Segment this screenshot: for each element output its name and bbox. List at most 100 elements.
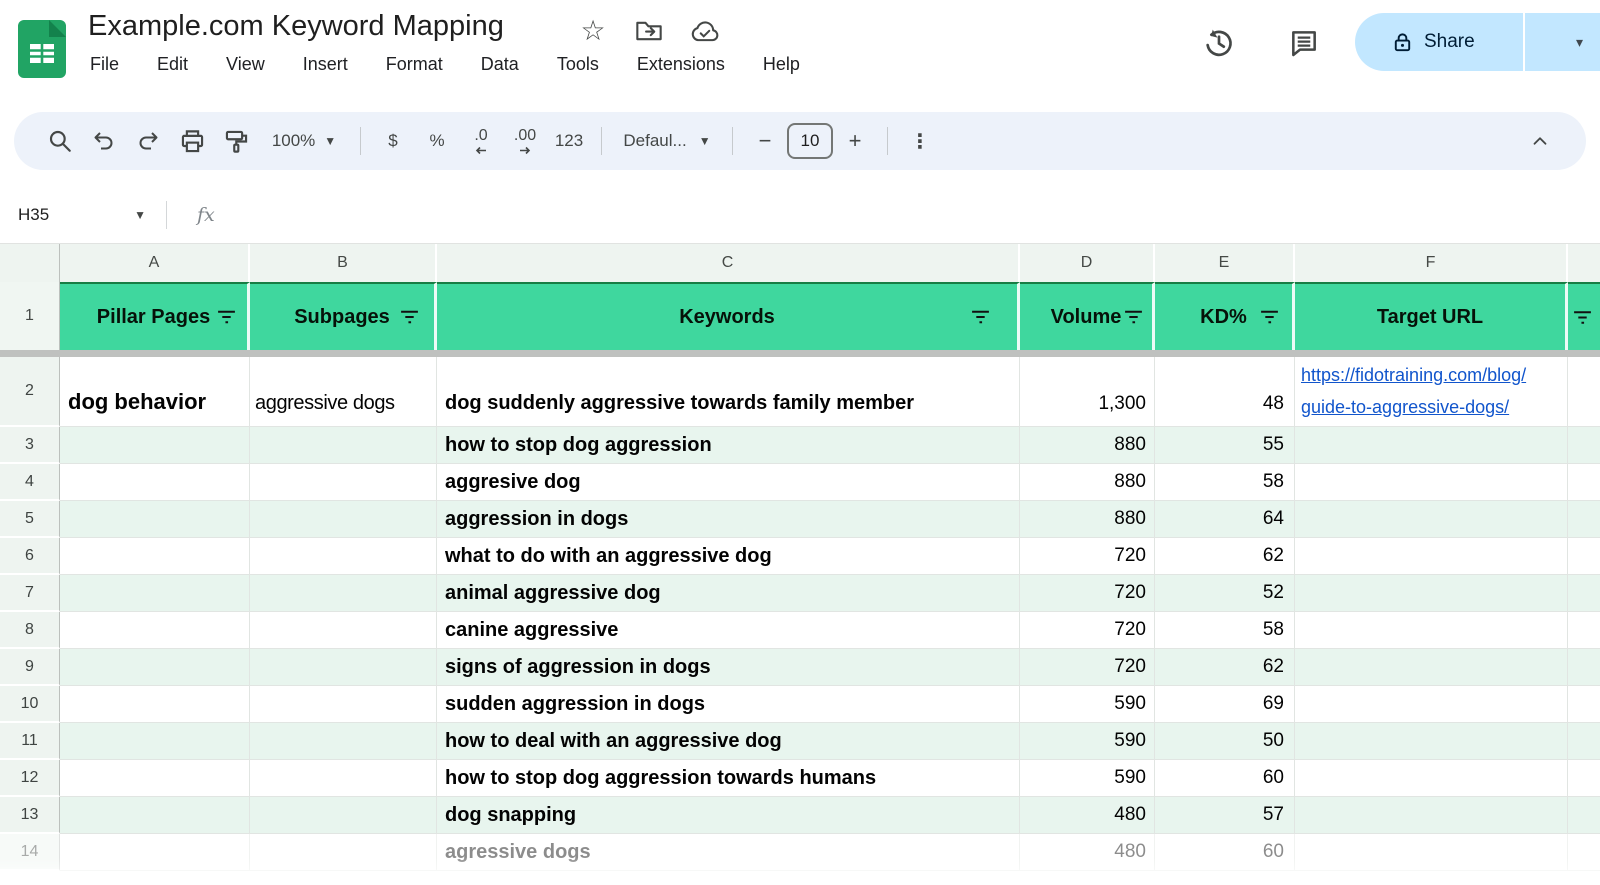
menu-data[interactable]: Data <box>481 54 519 75</box>
filter-icon[interactable] <box>216 310 237 325</box>
cell-keyword[interactable]: sudden aggression in dogs <box>437 686 1020 723</box>
cell-volume[interactable]: 590 <box>1020 760 1155 797</box>
cell-name-box[interactable]: H35 ▼ <box>10 205 162 225</box>
cell-subpage[interactable]: aggressive dogs <box>250 357 437 427</box>
cell-target-url[interactable] <box>1295 686 1568 723</box>
cell-target-url[interactable] <box>1295 501 1568 538</box>
formula-input[interactable] <box>215 186 1600 243</box>
cell-subpage[interactable] <box>250 464 437 501</box>
cell-overflow[interactable] <box>1568 797 1600 834</box>
cell-keyword[interactable]: agressive dogs <box>437 834 1020 871</box>
cell-kd[interactable]: 62 <box>1155 538 1295 575</box>
document-title[interactable]: Example.com Keyword Mapping <box>88 10 504 43</box>
column-letter-d[interactable]: D <box>1020 244 1155 282</box>
filter-icon[interactable] <box>1123 310 1144 325</box>
menu-extensions[interactable]: Extensions <box>637 54 725 75</box>
cell-pillar-page[interactable] <box>60 760 250 797</box>
row-number[interactable]: 2 <box>0 357 60 427</box>
cell-kd[interactable]: 62 <box>1155 649 1295 686</box>
cell-subpage[interactable] <box>250 649 437 686</box>
column-letter-e[interactable]: E <box>1155 244 1295 282</box>
share-dropdown-caret-icon[interactable]: ▾ <box>1559 13 1600 71</box>
cell-subpage[interactable] <box>250 501 437 538</box>
cell-pillar-page[interactable] <box>60 686 250 723</box>
cell-overflow[interactable] <box>1568 834 1600 871</box>
cell-target-url[interactable] <box>1295 723 1568 760</box>
cell-volume[interactable]: 590 <box>1020 686 1155 723</box>
cell-pillar-page[interactable] <box>60 834 250 871</box>
cell-target-url[interactable] <box>1295 464 1568 501</box>
cell-volume[interactable]: 1,300 <box>1020 357 1155 427</box>
cell-overflow[interactable] <box>1568 501 1600 538</box>
more-formats-button[interactable]: 123 <box>547 121 591 161</box>
font-selector[interactable]: Defaul... ▼ <box>612 121 722 161</box>
collapse-toolbar-icon[interactable] <box>1518 121 1562 161</box>
column-letter-c[interactable]: C <box>437 244 1020 282</box>
cell-target-url[interactable] <box>1295 612 1568 649</box>
cell-kd[interactable]: 58 <box>1155 612 1295 649</box>
cell-keyword[interactable]: dog snapping <box>437 797 1020 834</box>
cell-volume[interactable]: 880 <box>1020 464 1155 501</box>
cell-subpage[interactable] <box>250 686 437 723</box>
cell-pillar-page[interactable] <box>60 538 250 575</box>
header-overflow-partial[interactable] <box>1568 282 1600 350</box>
column-letter-g-partial[interactable] <box>1568 244 1600 282</box>
cell-kd[interactable]: 64 <box>1155 501 1295 538</box>
cell-volume[interactable]: 480 <box>1020 797 1155 834</box>
cell-pillar-page[interactable]: dog behavior <box>60 357 250 427</box>
row-number[interactable]: 12 <box>0 760 60 797</box>
cell-subpage[interactable] <box>250 427 437 464</box>
version-history-icon[interactable] <box>1202 26 1236 60</box>
cell-kd[interactable]: 55 <box>1155 427 1295 464</box>
cell-kd[interactable]: 50 <box>1155 723 1295 760</box>
row-number[interactable]: 10 <box>0 686 60 723</box>
increase-font-size-button[interactable]: + <box>833 121 877 161</box>
cell-volume[interactable]: 720 <box>1020 649 1155 686</box>
cell-subpage[interactable] <box>250 538 437 575</box>
menu-tools[interactable]: Tools <box>557 54 599 75</box>
move-folder-icon[interactable] <box>634 16 664 46</box>
row-number[interactable]: 8 <box>0 612 60 649</box>
cell-kd[interactable]: 69 <box>1155 686 1295 723</box>
cell-keyword[interactable]: dog suddenly aggressive towards family m… <box>437 357 1020 427</box>
row-number[interactable]: 9 <box>0 649 60 686</box>
row-number[interactable]: 13 <box>0 797 60 834</box>
cell-target-url[interactable] <box>1295 427 1568 464</box>
row-number[interactable]: 4 <box>0 464 60 501</box>
comments-icon[interactable] <box>1288 27 1320 59</box>
target-url-link[interactable]: https://fidotraining.com/blog/guide-to-a… <box>1301 360 1526 423</box>
cell-volume[interactable]: 590 <box>1020 723 1155 760</box>
cell-target-url[interactable]: https://fidotraining.com/blog/guide-to-a… <box>1295 357 1568 427</box>
format-percent-button[interactable]: % <box>415 121 459 161</box>
cell-subpage[interactable] <box>250 612 437 649</box>
cell-volume[interactable]: 720 <box>1020 538 1155 575</box>
header-keywords[interactable]: Keywords <box>437 282 1020 350</box>
filter-icon[interactable] <box>1259 310 1280 325</box>
cell-keyword[interactable]: aggresive dog <box>437 464 1020 501</box>
cell-keyword[interactable]: how to stop dog aggression towards human… <box>437 760 1020 797</box>
cell-pillar-page[interactable] <box>60 427 250 464</box>
cell-subpage[interactable] <box>250 723 437 760</box>
cell-pillar-page[interactable] <box>60 797 250 834</box>
cell-volume[interactable]: 480 <box>1020 834 1155 871</box>
frozen-row-divider[interactable] <box>0 350 1600 357</box>
cell-overflow[interactable] <box>1568 649 1600 686</box>
menu-file[interactable]: File <box>90 54 119 75</box>
cell-keyword[interactable]: what to do with an aggressive dog <box>437 538 1020 575</box>
header-volume[interactable]: Volume <box>1020 282 1155 350</box>
cell-overflow[interactable] <box>1568 686 1600 723</box>
row-number[interactable]: 14 <box>0 834 60 871</box>
row-number[interactable]: 5 <box>0 501 60 538</box>
menu-insert[interactable]: Insert <box>303 54 348 75</box>
cell-overflow[interactable] <box>1568 538 1600 575</box>
redo-icon[interactable] <box>126 121 170 161</box>
column-letter-b[interactable]: B <box>250 244 437 282</box>
cell-subpage[interactable] <box>250 575 437 612</box>
filter-icon[interactable] <box>399 310 420 325</box>
row-number-1[interactable]: 1 <box>0 282 60 350</box>
cell-keyword[interactable]: animal aggressive dog <box>437 575 1020 612</box>
cell-pillar-page[interactable] <box>60 649 250 686</box>
more-toolbar-button[interactable]: ⋮ <box>898 121 942 161</box>
header-kd[interactable]: KD% <box>1155 282 1295 350</box>
sheets-logo-icon[interactable] <box>18 20 66 78</box>
